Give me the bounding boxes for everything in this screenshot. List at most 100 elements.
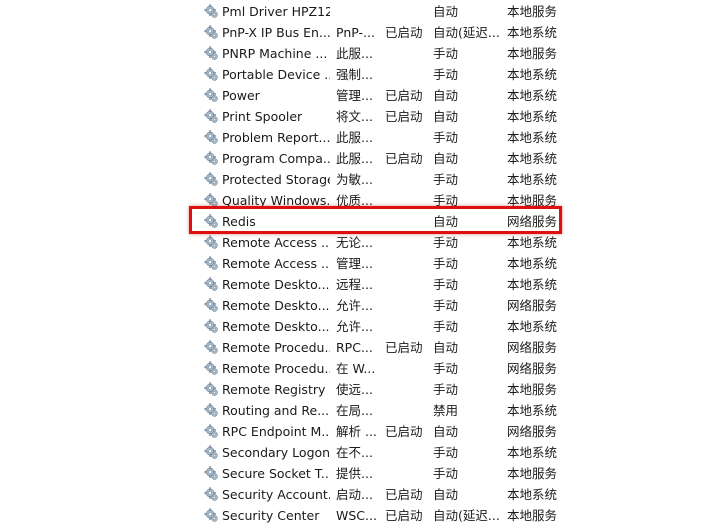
- service-name: Protected Storage: [222, 172, 330, 187]
- gear-service-icon: [204, 277, 219, 292]
- service-logon-as: 本地系统: [507, 109, 558, 124]
- service-row[interactable]: Secure Socket T... 提供... 手动 本地服务: [0, 463, 702, 484]
- gear-service-icon: [204, 172, 219, 187]
- service-startup-type: 手动: [433, 235, 459, 250]
- service-startup-type: 手动: [433, 172, 459, 187]
- gear-service-icon: [204, 487, 219, 502]
- gear-service-icon: [204, 67, 219, 82]
- service-row[interactable]: Routing and Re... 在局... 禁用 本地系统: [0, 400, 702, 421]
- service-description: 管理...: [336, 88, 373, 103]
- service-logon-as: 本地系统: [507, 487, 558, 502]
- service-startup-type: 自动: [433, 109, 459, 124]
- service-logon-as: 本地服务: [507, 4, 558, 19]
- service-description: 使远...: [336, 382, 373, 397]
- service-row[interactable]: Remote Deskto... 允许... 手动 本地系统: [0, 316, 702, 337]
- service-name: Program Compa...: [222, 151, 330, 166]
- service-description: 无论...: [336, 235, 373, 250]
- service-startup-type: 手动: [433, 67, 459, 82]
- service-row[interactable]: Remote Access ... 无论... 手动 本地系统: [0, 232, 702, 253]
- gear-service-icon: [204, 298, 219, 313]
- gear-service-icon: [204, 382, 219, 397]
- service-name: Pml Driver HPZ12: [222, 4, 330, 19]
- service-name: RPC Endpoint M...: [222, 424, 330, 439]
- service-description: 启动...: [336, 487, 373, 502]
- service-startup-type: 手动: [433, 298, 459, 313]
- service-startup-type: 手动: [433, 277, 459, 292]
- service-row[interactable]: Remote Registry 使远... 手动 本地服务: [0, 379, 702, 400]
- service-name: Power: [222, 88, 260, 103]
- service-logon-as: 本地服务: [507, 46, 558, 61]
- service-row[interactable]: Remote Procedu... 在 W... 手动 网络服务: [0, 358, 702, 379]
- service-startup-type: 自动: [433, 88, 459, 103]
- gear-service-icon: [204, 151, 219, 166]
- service-row[interactable]: Secondary Logon 在不... 手动 本地系统: [0, 442, 702, 463]
- service-description: 提供...: [336, 466, 373, 481]
- service-row[interactable]: RPC Endpoint M... 解析 ... 已启动 自动 网络服务: [0, 421, 702, 442]
- service-logon-as: 本地系统: [507, 319, 558, 334]
- service-row[interactable]: Portable Device ... 强制... 手动 本地系统: [0, 64, 702, 85]
- service-logon-as: 本地系统: [507, 67, 558, 82]
- service-status: 已启动: [385, 340, 423, 355]
- service-logon-as: 本地服务: [507, 508, 558, 523]
- service-name: Remote Procedu...: [222, 361, 330, 376]
- services-list: Pml Driver HPZ12 自动 本地服务 PnP-X IP Bus En…: [0, 0, 702, 523]
- gear-service-icon: [204, 235, 219, 250]
- gear-service-icon: [204, 130, 219, 145]
- service-startup-type: 手动: [433, 46, 459, 61]
- service-row[interactable]: Power 管理... 已启动 自动 本地系统: [0, 85, 702, 106]
- service-startup-type: 自动(延迟...: [433, 508, 500, 523]
- service-startup-type: 手动: [433, 361, 459, 376]
- service-description: 在 W...: [336, 361, 376, 376]
- service-logon-as: 网络服务: [507, 298, 558, 313]
- service-row[interactable]: Program Compa... 此服... 已启动 自动 本地系统: [0, 148, 702, 169]
- gear-service-icon: [204, 319, 219, 334]
- service-logon-as: 本地系统: [507, 235, 558, 250]
- service-name: Remote Deskto...: [222, 277, 330, 292]
- service-row[interactable]: Remote Deskto... 允许... 手动 网络服务: [0, 295, 702, 316]
- service-row[interactable]: PNRP Machine ... 此服... 手动 本地服务: [0, 43, 702, 64]
- service-description: 解析 ...: [336, 424, 377, 439]
- service-status: 已启动: [385, 88, 423, 103]
- service-startup-type: 手动: [433, 382, 459, 397]
- service-startup-type: 禁用: [433, 403, 459, 418]
- service-row[interactable]: Security Center WSC... 已启动 自动(延迟... 本地服务: [0, 505, 702, 526]
- service-name: Security Account...: [222, 487, 330, 502]
- service-name: Print Spooler: [222, 109, 303, 124]
- service-status: 已启动: [385, 487, 423, 502]
- service-startup-type: 自动(延迟...: [433, 25, 500, 40]
- service-description: WSC...: [336, 508, 377, 523]
- gear-service-icon: [204, 109, 219, 124]
- service-name: Routing and Re...: [222, 403, 330, 418]
- service-row[interactable]: Protected Storage 为敏... 手动 本地系统: [0, 169, 702, 190]
- service-logon-as: 本地系统: [507, 130, 558, 145]
- service-description: PnP-...: [336, 25, 375, 40]
- service-logon-as: 本地系统: [507, 172, 558, 187]
- service-description: 强制...: [336, 67, 373, 82]
- service-description: 允许...: [336, 319, 373, 334]
- service-row[interactable]: Remote Procedu... RPC... 已启动 自动 网络服务: [0, 337, 702, 358]
- service-startup-type: 自动: [433, 4, 459, 19]
- service-row[interactable]: Problem Report... 此服... 手动 本地系统: [0, 127, 702, 148]
- service-row[interactable]: Print Spooler 将文... 已启动 自动 本地系统: [0, 106, 702, 127]
- service-startup-type: 自动: [433, 340, 459, 355]
- service-description: RPC...: [336, 340, 373, 355]
- gear-service-icon: [204, 256, 219, 271]
- service-logon-as: 网络服务: [507, 340, 558, 355]
- service-row[interactable]: Remote Deskto... 远程... 手动 本地系统: [0, 274, 702, 295]
- service-status: 已启动: [385, 25, 423, 40]
- service-row[interactable]: Security Account... 启动... 已启动 自动 本地系统: [0, 484, 702, 505]
- service-name: Remote Procedu...: [222, 340, 330, 355]
- service-startup-type: 自动: [433, 151, 459, 166]
- service-description: 允许...: [336, 298, 373, 313]
- service-logon-as: 本地系统: [507, 445, 558, 460]
- service-name: Remote Deskto...: [222, 319, 330, 334]
- service-logon-as: 本地系统: [507, 88, 558, 103]
- service-startup-type: 自动: [433, 424, 459, 439]
- service-row[interactable]: Remote Access ... 管理... 手动 本地系统: [0, 253, 702, 274]
- service-description: 管理...: [336, 256, 373, 271]
- service-row[interactable]: PnP-X IP Bus En... PnP-... 已启动 自动(延迟... …: [0, 22, 702, 43]
- service-name: Secure Socket T...: [222, 466, 330, 481]
- service-startup-type: 手动: [433, 256, 459, 271]
- service-status: 已启动: [385, 109, 423, 124]
- service-row[interactable]: Pml Driver HPZ12 自动 本地服务: [0, 1, 702, 22]
